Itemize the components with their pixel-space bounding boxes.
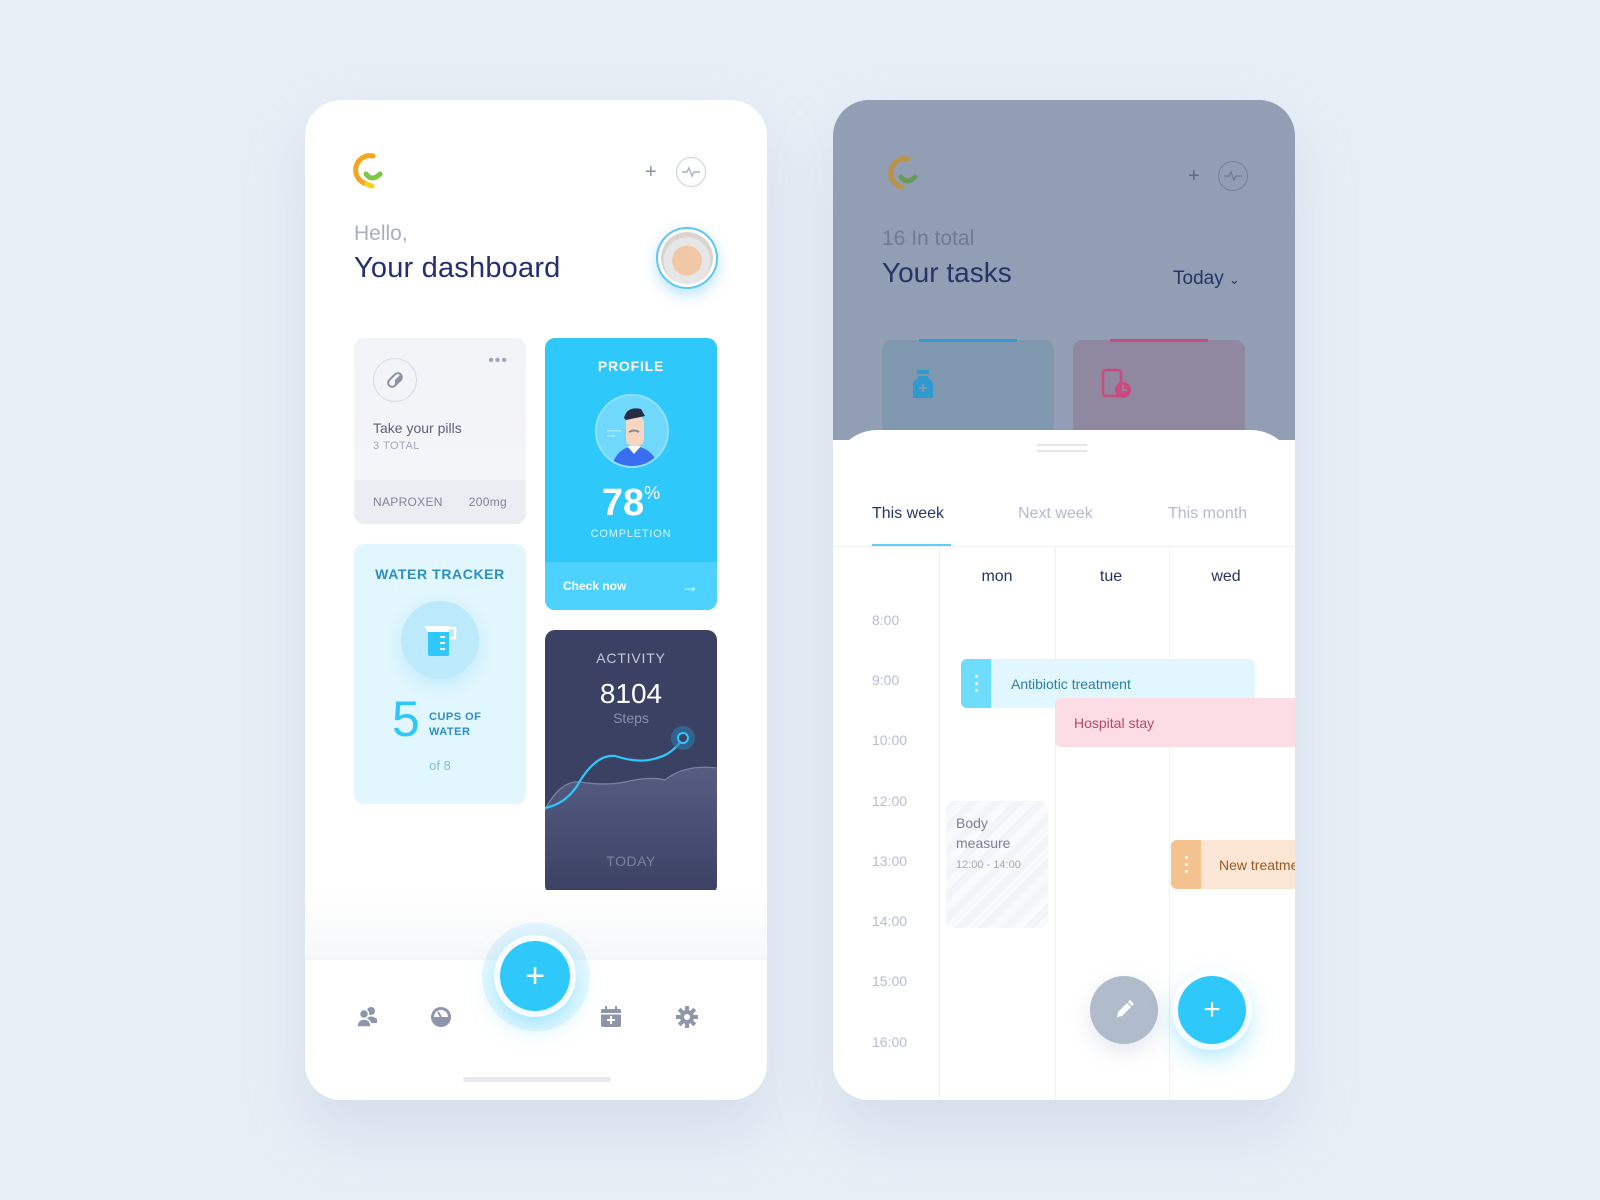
tab-this-month[interactable]: This month bbox=[1168, 505, 1247, 523]
time-label: 8:00 bbox=[872, 612, 900, 628]
cups-total: of 8 bbox=[429, 758, 451, 773]
divider bbox=[833, 546, 1295, 547]
pills-title: Take your pills bbox=[373, 420, 462, 436]
cups-label: CUPS OF WATER bbox=[429, 711, 482, 738]
time-label: 10:00 bbox=[872, 732, 908, 748]
medicine-bottle-icon bbox=[913, 370, 933, 398]
heart-pulse-icon bbox=[1224, 170, 1242, 182]
water-tracker-label: WATER TRACKER bbox=[375, 566, 505, 582]
activity-label: ACTIVITY bbox=[596, 650, 666, 666]
water-icon-wrap bbox=[401, 601, 479, 679]
water-tracker-card[interactable]: WATER TRACKER 5 CUPS OF WATER of 8 bbox=[354, 544, 526, 804]
check-now-button[interactable]: Check now → bbox=[545, 562, 717, 610]
measuring-jug-icon bbox=[424, 626, 457, 656]
event-new-treatment[interactable]: New treatment bbox=[1171, 840, 1295, 889]
day-header-tue: tue bbox=[1099, 568, 1123, 585]
activity-card[interactable]: ACTIVITY 8104 Steps TODAY bbox=[545, 630, 717, 895]
dashboard-screen: + Hello, Your dashboard ••• Take your pi… bbox=[305, 100, 767, 1100]
gauge-icon[interactable] bbox=[429, 1005, 453, 1029]
card-accent bbox=[919, 339, 1017, 342]
tasks-screen: + 16 In total Your tasks Today ⌄ This we… bbox=[833, 100, 1295, 1100]
heart-pulse-icon bbox=[682, 166, 700, 178]
medicine-dose: 200mg bbox=[468, 495, 507, 509]
check-now-label: Check now bbox=[563, 579, 627, 593]
time-label: 12:00 bbox=[872, 793, 908, 809]
greeting-text: Hello, bbox=[354, 222, 408, 245]
grid-line bbox=[1055, 546, 1056, 1100]
steps-count: 8104 bbox=[599, 678, 663, 709]
avatar[interactable] bbox=[656, 227, 718, 289]
pencil-icon bbox=[1117, 1000, 1134, 1017]
event-drag-handle[interactable] bbox=[961, 659, 991, 708]
heart-pulse-button[interactable] bbox=[676, 157, 706, 187]
event-title: Body measure bbox=[956, 815, 1011, 851]
gear-icon[interactable] bbox=[675, 1005, 699, 1029]
period-dropdown[interactable]: Today ⌄ bbox=[1173, 268, 1240, 290]
add-button[interactable]: + bbox=[645, 162, 657, 182]
user-illustration-icon bbox=[607, 408, 659, 466]
calendar-sheet: This week Next week This month mon tue w… bbox=[833, 430, 1295, 1100]
day-header-wed: wed bbox=[1211, 568, 1241, 585]
time-label: 14:00 bbox=[872, 913, 908, 929]
time-label: 16:00 bbox=[872, 1034, 908, 1050]
profile-illustration bbox=[595, 394, 669, 468]
pills-footer: NAPROXEN 200mg bbox=[354, 480, 526, 524]
cups-count: 5 bbox=[392, 691, 420, 747]
event-title: Hospital stay bbox=[1074, 714, 1155, 731]
pill-icon bbox=[387, 372, 403, 388]
add-event-fab-button[interactable]: + bbox=[1178, 976, 1246, 1044]
tab-this-week[interactable]: This week bbox=[872, 505, 944, 523]
profile-card[interactable]: PROFILE 78% COMPLETION Check now → bbox=[545, 338, 717, 610]
pills-count: 3 TOTAL bbox=[373, 440, 420, 452]
avatar-photo bbox=[661, 232, 713, 284]
event-time: 12:00 - 14:00 bbox=[956, 859, 1021, 871]
heart-pulse-button[interactable] bbox=[1218, 161, 1248, 191]
completion-value: 78% bbox=[601, 482, 661, 524]
card-accent bbox=[1110, 339, 1208, 342]
pills-card[interactable]: ••• Take your pills 3 TOTAL NAPROXEN 200… bbox=[354, 338, 526, 524]
time-label: 15:00 bbox=[872, 973, 908, 989]
tablet-clock-icon bbox=[1101, 368, 1131, 398]
day-header-mon: mon bbox=[981, 568, 1013, 585]
event-body-measure[interactable]: Body measure 12:00 - 14:00 bbox=[946, 801, 1048, 928]
home-indicator bbox=[463, 1077, 611, 1082]
page-title: Your tasks bbox=[882, 257, 1012, 288]
app-logo-icon bbox=[353, 153, 383, 189]
event-title: Antibiotic treatment bbox=[1011, 675, 1131, 692]
people-icon[interactable] bbox=[355, 1005, 379, 1029]
medicine-name: NAPROXEN bbox=[373, 495, 443, 509]
grid-line bbox=[1169, 546, 1170, 1100]
activity-point bbox=[677, 732, 689, 744]
pill-icon-wrap bbox=[373, 358, 417, 402]
page-title: Your dashboard bbox=[354, 252, 561, 284]
add-button[interactable]: + bbox=[1188, 166, 1200, 186]
add-fab-button[interactable]: + bbox=[500, 941, 570, 1011]
grid-line bbox=[939, 546, 940, 1100]
tasks-count: 16 In total bbox=[882, 227, 975, 250]
tab-next-week[interactable]: Next week bbox=[1018, 505, 1093, 523]
chevron-down-icon: ⌄ bbox=[1228, 272, 1240, 287]
activity-area bbox=[545, 767, 717, 895]
event-title: New treatment bbox=[1219, 856, 1295, 873]
completion-label: COMPLETION bbox=[590, 528, 672, 540]
app-logo-icon bbox=[888, 156, 918, 190]
event-hospital-stay[interactable]: Hospital stay bbox=[1055, 698, 1295, 747]
event-drag-handle[interactable] bbox=[1171, 840, 1201, 889]
sheet-drag-handle[interactable] bbox=[1037, 444, 1087, 452]
edit-fab-button[interactable] bbox=[1090, 976, 1158, 1044]
calendar-plus-icon[interactable] bbox=[599, 1005, 623, 1029]
profile-label: PROFILE bbox=[597, 358, 665, 374]
time-label: 13:00 bbox=[872, 853, 908, 869]
arrow-right-icon: → bbox=[681, 575, 699, 596]
more-menu-button[interactable]: ••• bbox=[488, 352, 508, 370]
activity-period: TODAY bbox=[606, 853, 656, 869]
time-label: 9:00 bbox=[872, 672, 900, 688]
